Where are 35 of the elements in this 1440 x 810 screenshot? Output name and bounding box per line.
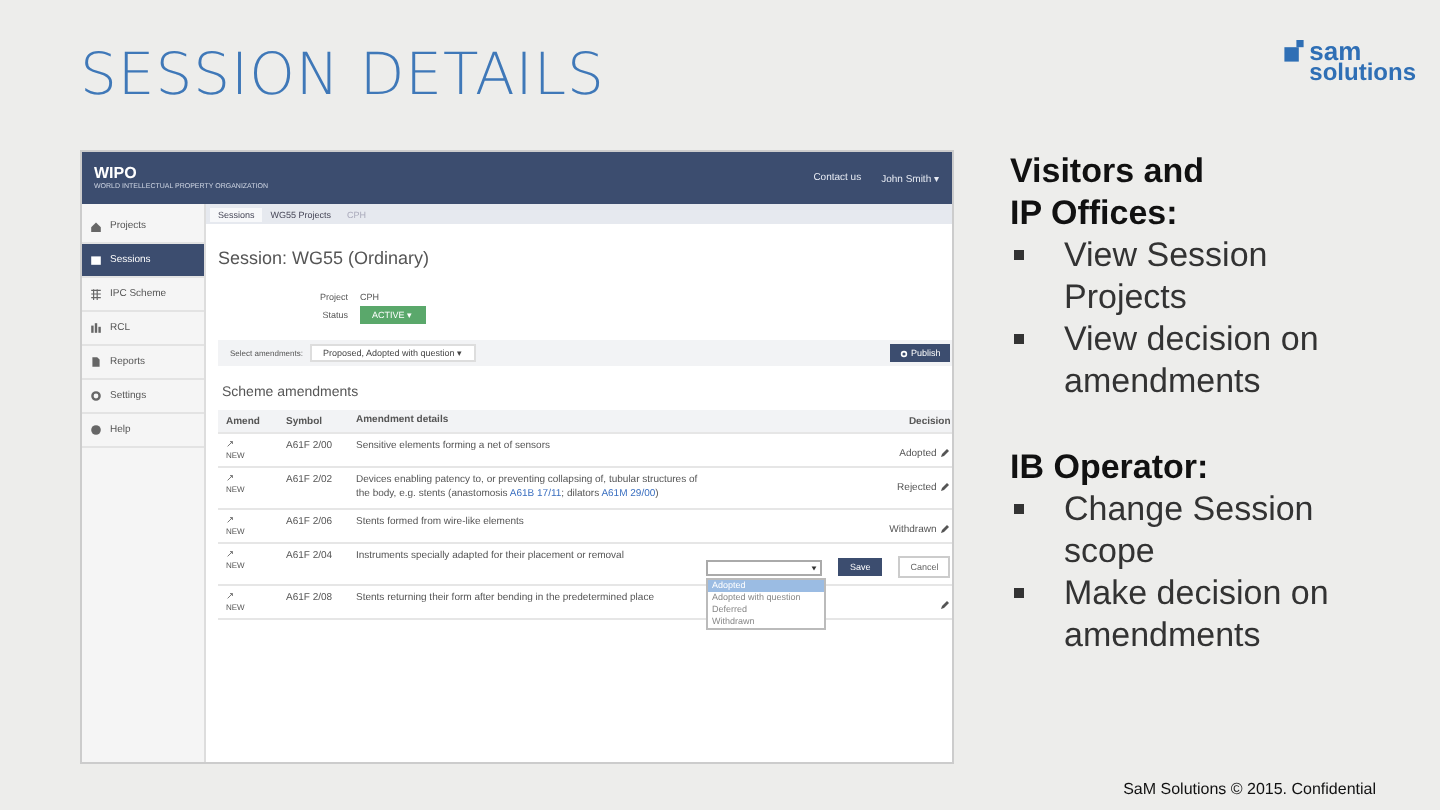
role-permission: View decision on amendments (1064, 318, 1321, 402)
pencil-icon (940, 524, 951, 534)
bullet-icon (1014, 334, 1024, 344)
role-title: IB Operator: (1010, 446, 1211, 488)
bullet-icon (1014, 504, 1024, 514)
bar-chart-icon (90, 322, 102, 334)
session-title: Session: WG55 (Ordinary) (218, 248, 432, 268)
slide-title: SESSION DETAILS (80, 40, 605, 108)
caret-icon (810, 563, 818, 571)
arrow-icon (226, 516, 234, 524)
home-icon (90, 220, 102, 232)
role-permission: View Session Projects (1064, 234, 1270, 318)
calendar-icon (90, 254, 102, 266)
pencil-icon (940, 448, 951, 458)
help-icon (90, 424, 102, 436)
bullet-icon (1014, 250, 1024, 260)
role-permission: Make decision on amendments (1064, 572, 1331, 656)
document-icon (90, 356, 102, 368)
pencil-icon (940, 600, 951, 610)
bullet-icon (1014, 588, 1024, 598)
settings-icon (90, 390, 102, 402)
role-permission: Change Session scope (1064, 488, 1316, 572)
arrow-icon (226, 474, 234, 482)
grid-icon (90, 288, 102, 300)
pencil-icon (940, 482, 951, 492)
footer-text: SaM Solutions © 2015. Confidential (1123, 780, 1376, 798)
cube-icon (1281, 40, 1306, 64)
gear-icon (899, 349, 908, 357)
role-title: Visitors and IP Offices: (1010, 150, 1206, 234)
arrow-icon (226, 550, 234, 558)
logo-text: sam (1309, 40, 1362, 62)
logo-text: solutions (1309, 62, 1416, 84)
brand-name: WIPO (94, 166, 139, 182)
arrow-icon (226, 440, 234, 448)
arrow-icon (226, 592, 234, 600)
